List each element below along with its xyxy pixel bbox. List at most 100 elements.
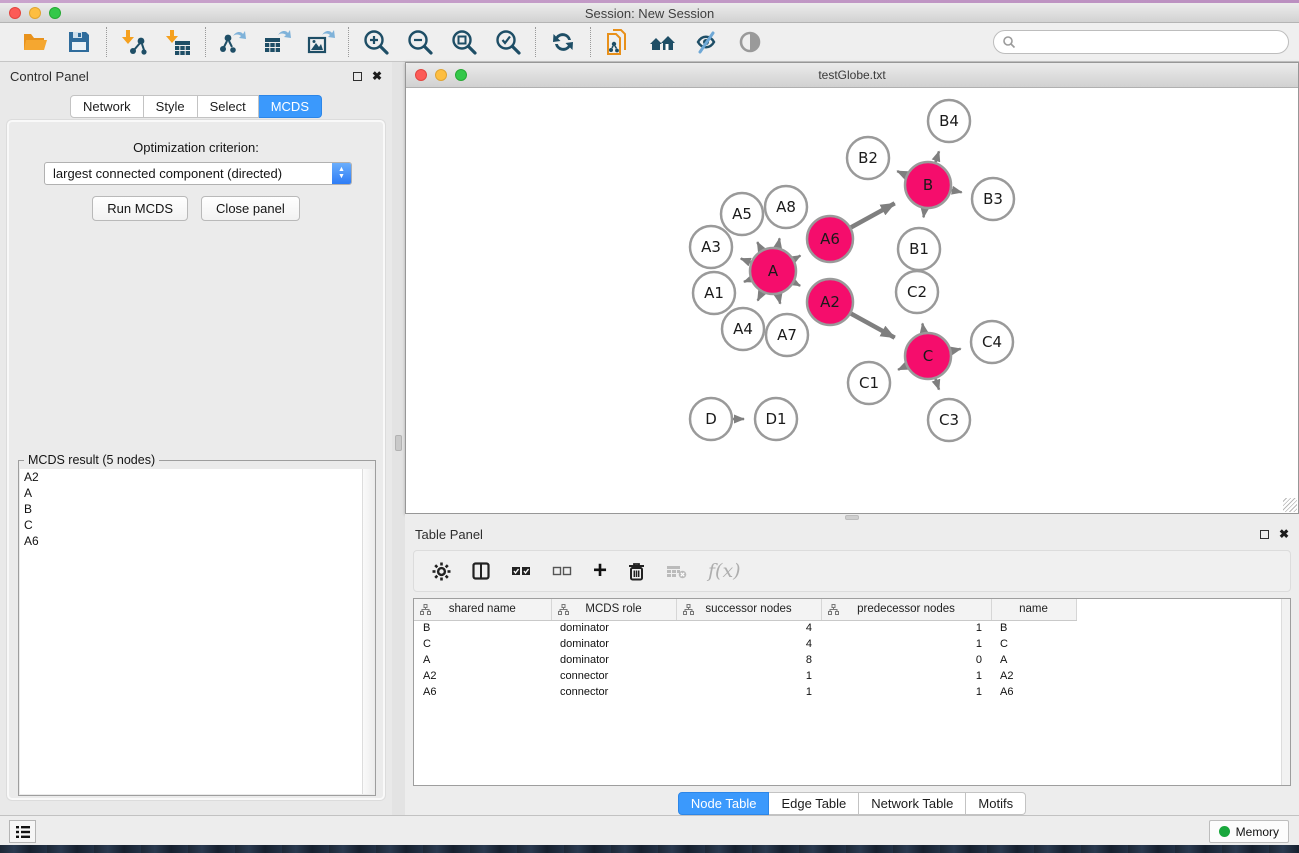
table-row-c[interactable]: Cdominator41C	[414, 636, 1290, 652]
column-header-mcds-role[interactable]: MCDS role	[551, 599, 676, 620]
close-panel-button[interactable]: Close panel	[201, 196, 300, 221]
column-header-successor-nodes[interactable]: successor nodes	[676, 599, 821, 620]
export-table-icon[interactable]	[262, 27, 292, 57]
export-network-icon[interactable]	[218, 27, 248, 57]
graph-edge-A-A4[interactable]	[758, 292, 762, 300]
graph-node-a6[interactable]: A6	[807, 216, 853, 262]
column-header-shared-name[interactable]: shared name	[414, 599, 551, 620]
graph-node-d[interactable]: D	[690, 398, 732, 440]
export-image-icon[interactable]	[306, 27, 336, 57]
graph-node-c1[interactable]: C1	[848, 362, 890, 404]
svg-text:D1: D1	[765, 410, 786, 428]
close-panel-icon[interactable]: ✖	[372, 70, 382, 82]
zoom-fit-icon[interactable]	[449, 27, 479, 57]
graph-edge-A2-C[interactable]	[851, 314, 895, 338]
graph-edge-A6-B[interactable]	[851, 203, 895, 227]
graph-node-a[interactable]: A	[750, 248, 796, 294]
graph-node-b2[interactable]: B2	[847, 137, 889, 179]
run-mcds-button[interactable]: Run MCDS	[92, 196, 188, 221]
deselect-all-icon[interactable]	[552, 564, 572, 578]
graph-edge-A-A3[interactable]	[741, 259, 751, 263]
graph-node-a2[interactable]: A2	[807, 279, 853, 325]
zoom-out-icon[interactable]	[405, 27, 435, 57]
refresh-layout-icon[interactable]	[548, 27, 578, 57]
graph-node-d1[interactable]: D1	[755, 398, 797, 440]
graph-node-b3[interactable]: B3	[972, 178, 1014, 220]
show-columns-icon[interactable]	[472, 562, 490, 580]
graph-node-c4[interactable]: C4	[971, 321, 1013, 363]
show-hidden-icon[interactable]	[735, 27, 765, 57]
graph-node-b[interactable]: B	[905, 162, 951, 208]
delete-column-trash-icon[interactable]	[628, 562, 645, 581]
table-row-a6[interactable]: A6connector11A6	[414, 684, 1290, 700]
graph-edge-A-A1[interactable]	[744, 279, 751, 281]
criterion-select[interactable]: largest connected component (directed) ▲…	[44, 162, 352, 185]
table-row-b[interactable]: Bdominator41B	[414, 620, 1290, 636]
add-column-icon[interactable]: +	[593, 561, 607, 581]
result-item-a6[interactable]: A6	[20, 533, 364, 549]
graph-node-b4[interactable]: B4	[928, 100, 970, 142]
tab-edge-table[interactable]: Edge Table	[769, 792, 859, 815]
graph-edge-A-A8[interactable]	[778, 238, 780, 247]
graph-edge-A-A6[interactable]	[794, 256, 801, 260]
graph-edge-A-A5[interactable]	[757, 242, 761, 250]
graph-node-a8[interactable]: A8	[765, 186, 807, 228]
task-history-list-icon[interactable]	[9, 820, 36, 843]
graph-edge-B-B3[interactable]	[952, 190, 962, 192]
graph-edge-B-B4[interactable]	[936, 151, 940, 162]
first-neighbors-icon[interactable]	[647, 27, 677, 57]
table-row-a2[interactable]: A2connector11A2	[414, 668, 1290, 684]
open-file-icon[interactable]	[20, 27, 50, 57]
tab-select[interactable]: Select	[198, 95, 259, 118]
tab-network[interactable]: Network	[70, 95, 144, 118]
vertical-splitter-handle[interactable]	[395, 435, 402, 451]
result-item-a[interactable]: A	[20, 485, 364, 501]
graph-node-a4[interactable]: A4	[722, 308, 764, 350]
graph-edge-C-C1[interactable]	[898, 366, 906, 370]
table-settings-gear-icon[interactable]	[432, 562, 451, 581]
graph-edge-C-C2[interactable]	[922, 324, 924, 333]
result-list-scrollbar[interactable]	[362, 469, 374, 794]
hide-selected-icon[interactable]	[691, 27, 721, 57]
zoom-selected-icon[interactable]	[493, 27, 523, 57]
result-item-c[interactable]: C	[20, 517, 364, 533]
zoom-in-icon[interactable]	[361, 27, 391, 57]
close-table-panel-icon[interactable]: ✖	[1279, 528, 1289, 540]
import-table-icon[interactable]	[163, 27, 193, 57]
column-header-name[interactable]: name	[991, 599, 1076, 620]
float-table-panel-icon[interactable]	[1260, 530, 1269, 539]
table-scrollbar[interactable]	[1281, 599, 1290, 785]
graph-node-c2[interactable]: C2	[896, 271, 938, 313]
float-panel-icon[interactable]	[353, 72, 362, 81]
tab-mcds[interactable]: MCDS	[259, 95, 322, 118]
tab-node-table[interactable]: Node Table	[678, 792, 770, 815]
graph-node-a7[interactable]: A7	[766, 314, 808, 356]
tab-style[interactable]: Style	[144, 95, 198, 118]
memory-button[interactable]: Memory	[1209, 820, 1289, 843]
graph-node-c3[interactable]: C3	[928, 399, 970, 441]
graph-node-b1[interactable]: B1	[898, 228, 940, 270]
import-network-icon[interactable]	[119, 27, 149, 57]
table-row-a[interactable]: Adominator80A	[414, 652, 1290, 668]
window-resize-grip[interactable]	[1283, 498, 1297, 512]
network-canvas[interactable]: A A1 A2 A3 A4 A5 A6 A7 A8 B B1 B2 B3B4 C C1 C2 C3C4 D D1	[407, 89, 1297, 513]
search-input[interactable]	[1016, 32, 1288, 52]
save-session-icon[interactable]	[64, 27, 94, 57]
new-network-from-selection-icon[interactable]	[603, 27, 633, 57]
result-item-b[interactable]: B	[20, 501, 364, 517]
graph-edge-B-B2[interactable]	[897, 171, 906, 175]
graph-edge-C-C4[interactable]	[951, 349, 960, 351]
graph-edge-B-B1[interactable]	[924, 209, 925, 218]
select-all-icon[interactable]	[511, 564, 531, 578]
result-item-a2[interactable]: A2	[20, 469, 364, 485]
graph-edge-C-C3[interactable]	[936, 379, 940, 390]
tab-network-table[interactable]: Network Table	[859, 792, 966, 815]
graph-edge-A-A2[interactable]	[794, 283, 800, 286]
column-header-predecessor-nodes[interactable]: predecessor nodes	[821, 599, 991, 620]
tab-motifs[interactable]: Motifs	[966, 792, 1026, 815]
graph-node-a1[interactable]: A1	[693, 272, 735, 314]
graph-node-a5[interactable]: A5	[721, 193, 763, 235]
graph-node-c[interactable]: C	[905, 333, 951, 379]
graph-node-a3[interactable]: A3	[690, 226, 732, 268]
graph-edge-A-A7[interactable]	[778, 294, 780, 303]
